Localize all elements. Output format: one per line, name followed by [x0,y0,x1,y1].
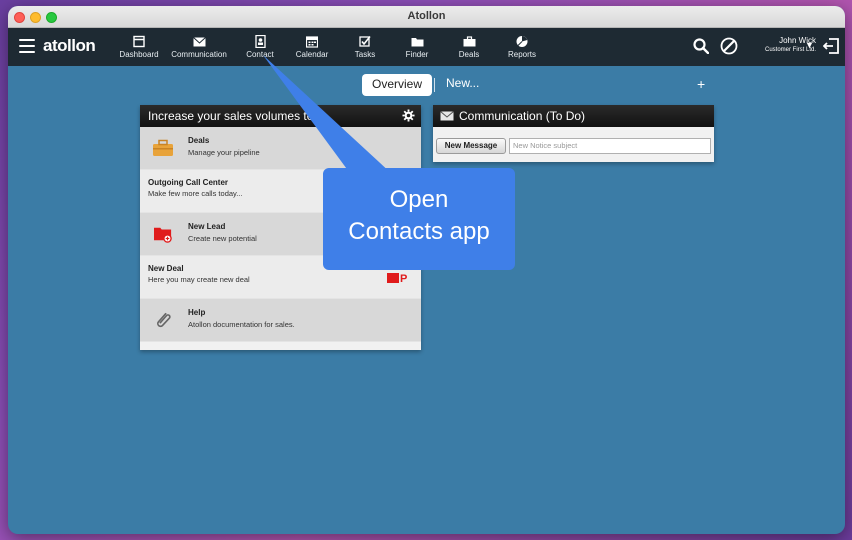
nav-reports-label: Reports [507,50,536,59]
folder-icon [411,38,423,47]
tab-separator [434,78,435,92]
nav-finder-label: Finder [405,50,429,59]
list-item-title: New Lead [188,222,226,231]
nav-tasks-label: Tasks [354,50,376,59]
list-item-title: Outgoing Call Center [148,178,228,187]
title-bar: Atollon [8,6,845,28]
window-title: Atollon [407,10,446,22]
nav-dashboard-label: Dashboard [119,50,159,59]
paperclip-icon [157,312,171,328]
envelope-icon [440,111,454,121]
briefcase-icon [153,139,173,156]
envelope-icon [192,37,206,47]
nav-dashboard[interactable]: Dashboard [109,35,169,59]
search-icon[interactable] [693,38,709,54]
nav-contact[interactable]: Contact [230,35,290,59]
communication-panel: Communication (To Do) New Message New No… [433,105,714,162]
list-item-deals[interactable]: Deals Manage your pipeline [140,127,421,170]
sales-panel-title: Increase your sales volumes to [148,109,314,123]
list-item-help[interactable]: Help Atollon documentation for sales. [140,299,421,342]
list-item-subtitle: Make few more calls today... [148,189,243,198]
logout-icon[interactable] [823,38,839,54]
new-lead-folder-icon [154,227,172,243]
briefcase-icon [463,36,475,47]
list-item-title: Deals [188,136,210,145]
tab-new[interactable]: New... [446,76,479,90]
nav-contact-label: Contact [246,50,274,59]
checkbox-icon [359,36,371,47]
atollon-logo: atollon [43,36,96,55]
list-item-subtitle: Manage your pipeline [188,148,260,157]
calendar-icon [306,36,318,48]
nav-reports[interactable]: Reports [492,35,552,59]
list-item-title: New Deal [148,264,184,273]
list-item-subtitle: Create new potential [188,234,257,243]
user-menu-caret-icon[interactable]: ▼ [805,40,814,50]
nav-calendar[interactable]: Calendar [282,35,342,59]
main-toolbar: atollon Dashboard Communication Contact … [8,28,845,66]
callout-line-2: Contacts app [348,218,490,245]
new-message-button[interactable]: New Message [436,138,506,154]
nav-deals[interactable]: Deals [439,35,499,59]
list-item-subtitle: Atollon documentation for sales. [188,320,295,329]
dashboard-icon [133,35,145,48]
list-item-title: Help [188,308,206,317]
dashboard-tabs: Overview New... + [8,66,845,100]
nav-calendar-label: Calendar [295,50,329,59]
nav-finder[interactable]: Finder [387,35,447,59]
nav-communication-label: Communication [171,50,227,59]
sales-panel-header: Increase your sales volumes to [140,105,421,127]
tab-overview[interactable]: Overview [362,74,432,96]
callout-bubble: Open Contacts app [323,168,515,270]
communication-panel-header: Communication (To Do) [433,105,714,127]
notice-subject-input[interactable]: New Notice subject [509,138,711,154]
contact-book-icon [254,35,266,48]
nav-tasks[interactable]: Tasks [335,35,395,59]
callout-line-1: Open [389,186,449,213]
user-company: Customer First Ltd. [764,47,816,53]
svg-text:P: P [400,273,407,285]
communication-panel-title: Communication (To Do) [459,109,586,123]
nav-deals-label: Deals [458,50,480,59]
add-tab-button[interactable]: + [697,76,705,92]
hamburger-menu-icon[interactable] [19,39,35,53]
list-item-subtitle: Here you may create new deal [148,275,250,284]
app-window: Atollon atollon Dashboard Communication … [8,6,845,534]
nav-communication[interactable]: Communication [169,35,229,59]
gear-icon[interactable] [402,109,415,122]
pie-chart-icon [516,36,528,47]
new-deal-icon: P [387,273,407,285]
